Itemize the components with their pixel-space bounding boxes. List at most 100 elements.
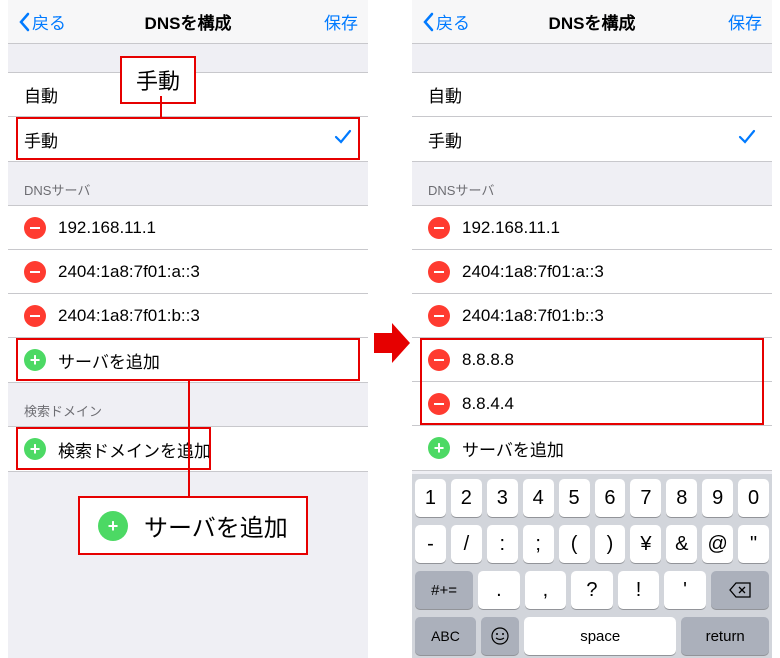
annotation-line [188, 381, 190, 496]
nav-bar: 戻る DNSを構成 保存 [8, 0, 368, 44]
back-label: 戻る [436, 9, 470, 34]
key[interactable]: ' [664, 571, 706, 609]
delete-icon[interactable] [24, 261, 46, 283]
dns-server-row[interactable]: 2404:1a8:7f01:a::3 [8, 250, 368, 294]
dns-server-value: 8.8.8.8 [462, 350, 514, 370]
key[interactable]: 4 [523, 479, 554, 517]
keyboard-row: - / : ; ( ) ¥ & @ " [415, 525, 769, 563]
add-server-row[interactable]: サーバを追加 [8, 338, 368, 382]
key-space[interactable]: space [524, 617, 676, 655]
dns-server-row[interactable]: 192.168.11.1 [8, 206, 368, 250]
dns-server-row[interactable]: 2404:1a8:7f01:a::3 [412, 250, 772, 294]
phone-screen-left: 戻る DNSを構成 保存 自動 手動 DNSサーバ 192.168.11.1 2… [8, 0, 368, 658]
keyboard-row: ABC space return [415, 617, 769, 655]
key[interactable]: 5 [559, 479, 590, 517]
dns-server-value: 2404:1a8:7f01:a::3 [462, 262, 604, 282]
key[interactable]: 3 [487, 479, 518, 517]
back-button[interactable]: 戻る [18, 9, 66, 34]
key[interactable]: 8 [666, 479, 697, 517]
key[interactable]: ) [595, 525, 626, 563]
key-symbols[interactable]: #+= [415, 571, 473, 609]
key[interactable]: - [415, 525, 446, 563]
key[interactable]: , [525, 571, 567, 609]
key[interactable]: " [738, 525, 769, 563]
key[interactable]: 9 [702, 479, 733, 517]
key-abc[interactable]: ABC [415, 617, 476, 655]
chevron-left-icon [422, 12, 434, 32]
dns-server-row[interactable]: 8.8.8.8 [412, 338, 772, 382]
dns-server-value: 192.168.11.1 [58, 218, 156, 238]
back-label: 戻る [32, 9, 66, 34]
add-icon [98, 511, 128, 541]
key[interactable]: 6 [595, 479, 626, 517]
mode-manual-label: 手動 [24, 127, 58, 152]
add-icon[interactable] [24, 438, 46, 460]
mode-manual-label: 手動 [428, 127, 462, 152]
dns-server-row[interactable]: 2404:1a8:7f01:b::3 [412, 294, 772, 338]
add-server-label: サーバを追加 [462, 436, 564, 461]
dns-server-value: 2404:1a8:7f01:a::3 [58, 262, 200, 282]
key[interactable]: . [478, 571, 520, 609]
chevron-left-icon [18, 12, 30, 32]
phone-screen-right: 戻る DNSを構成 保存 自動 手動 DNSサーバ 192.168.11.1 2… [412, 0, 772, 658]
dns-server-value: 192.168.11.1 [462, 218, 560, 238]
key[interactable]: & [666, 525, 697, 563]
key[interactable]: ? [571, 571, 613, 609]
add-server-row[interactable]: サーバを追加 [412, 426, 772, 470]
key[interactable]: 1 [415, 479, 446, 517]
dns-section-header: DNSサーバ [8, 162, 368, 205]
key[interactable]: @ [702, 525, 733, 563]
delete-icon[interactable] [24, 305, 46, 327]
nav-bar: 戻る DNSを構成 保存 [412, 0, 772, 44]
mode-manual-row[interactable]: 手動 [8, 117, 368, 161]
add-server-label: サーバを追加 [58, 348, 160, 373]
key[interactable]: / [451, 525, 482, 563]
dns-server-list: 192.168.11.1 2404:1a8:7f01:a::3 2404:1a8… [8, 205, 368, 383]
mode-auto-row[interactable]: 自動 [412, 73, 772, 117]
annotation-line [160, 96, 162, 118]
delete-icon[interactable] [428, 349, 450, 371]
key[interactable]: : [487, 525, 518, 563]
callout-add-server: サーバを追加 [78, 496, 308, 555]
dns-server-list: 192.168.11.1 2404:1a8:7f01:a::3 2404:1a8… [412, 205, 772, 471]
add-icon[interactable] [24, 349, 46, 371]
callout-manual: 手動 [120, 56, 196, 104]
dns-server-row[interactable]: 192.168.11.1 [412, 206, 772, 250]
keyboard-row: 1 2 3 4 5 6 7 8 9 0 [415, 479, 769, 517]
key[interactable]: ¥ [630, 525, 661, 563]
keyboard: 1 2 3 4 5 6 7 8 9 0 - / : ; ( ) ¥ & @ " … [412, 474, 772, 658]
backspace-icon [729, 582, 751, 598]
dns-server-row[interactable]: 8.8.4.4 [412, 382, 772, 426]
dns-server-value: 2404:1a8:7f01:b::3 [462, 306, 604, 326]
key[interactable]: 0 [738, 479, 769, 517]
mode-list: 自動 手動 [412, 72, 772, 162]
mode-auto-label: 自動 [24, 82, 58, 107]
arrow-right-icon [372, 318, 412, 368]
dns-server-value: 8.8.4.4 [462, 394, 514, 414]
delete-icon[interactable] [428, 393, 450, 415]
delete-icon[interactable] [24, 217, 46, 239]
mode-auto-label: 自動 [428, 82, 462, 107]
add-icon[interactable] [428, 437, 450, 459]
back-button[interactable]: 戻る [422, 9, 470, 34]
delete-icon[interactable] [428, 217, 450, 239]
checkmark-icon [334, 128, 352, 151]
mode-manual-row[interactable]: 手動 [412, 117, 772, 161]
delete-icon[interactable] [428, 261, 450, 283]
key[interactable]: ; [523, 525, 554, 563]
key[interactable]: 2 [451, 479, 482, 517]
dns-server-row[interactable]: 2404:1a8:7f01:b::3 [8, 294, 368, 338]
key-backspace[interactable] [711, 571, 769, 609]
delete-icon[interactable] [428, 305, 450, 327]
checkmark-icon [738, 128, 756, 151]
emoji-icon [490, 626, 510, 646]
key[interactable]: 7 [630, 479, 661, 517]
key[interactable]: ( [559, 525, 590, 563]
key-emoji[interactable] [481, 617, 519, 655]
save-button[interactable]: 保存 [728, 9, 762, 34]
key[interactable]: ! [618, 571, 660, 609]
save-button[interactable]: 保存 [324, 9, 358, 34]
key-return[interactable]: return [681, 617, 769, 655]
dns-server-value: 2404:1a8:7f01:b::3 [58, 306, 200, 326]
dns-section-header: DNSサーバ [412, 162, 772, 205]
